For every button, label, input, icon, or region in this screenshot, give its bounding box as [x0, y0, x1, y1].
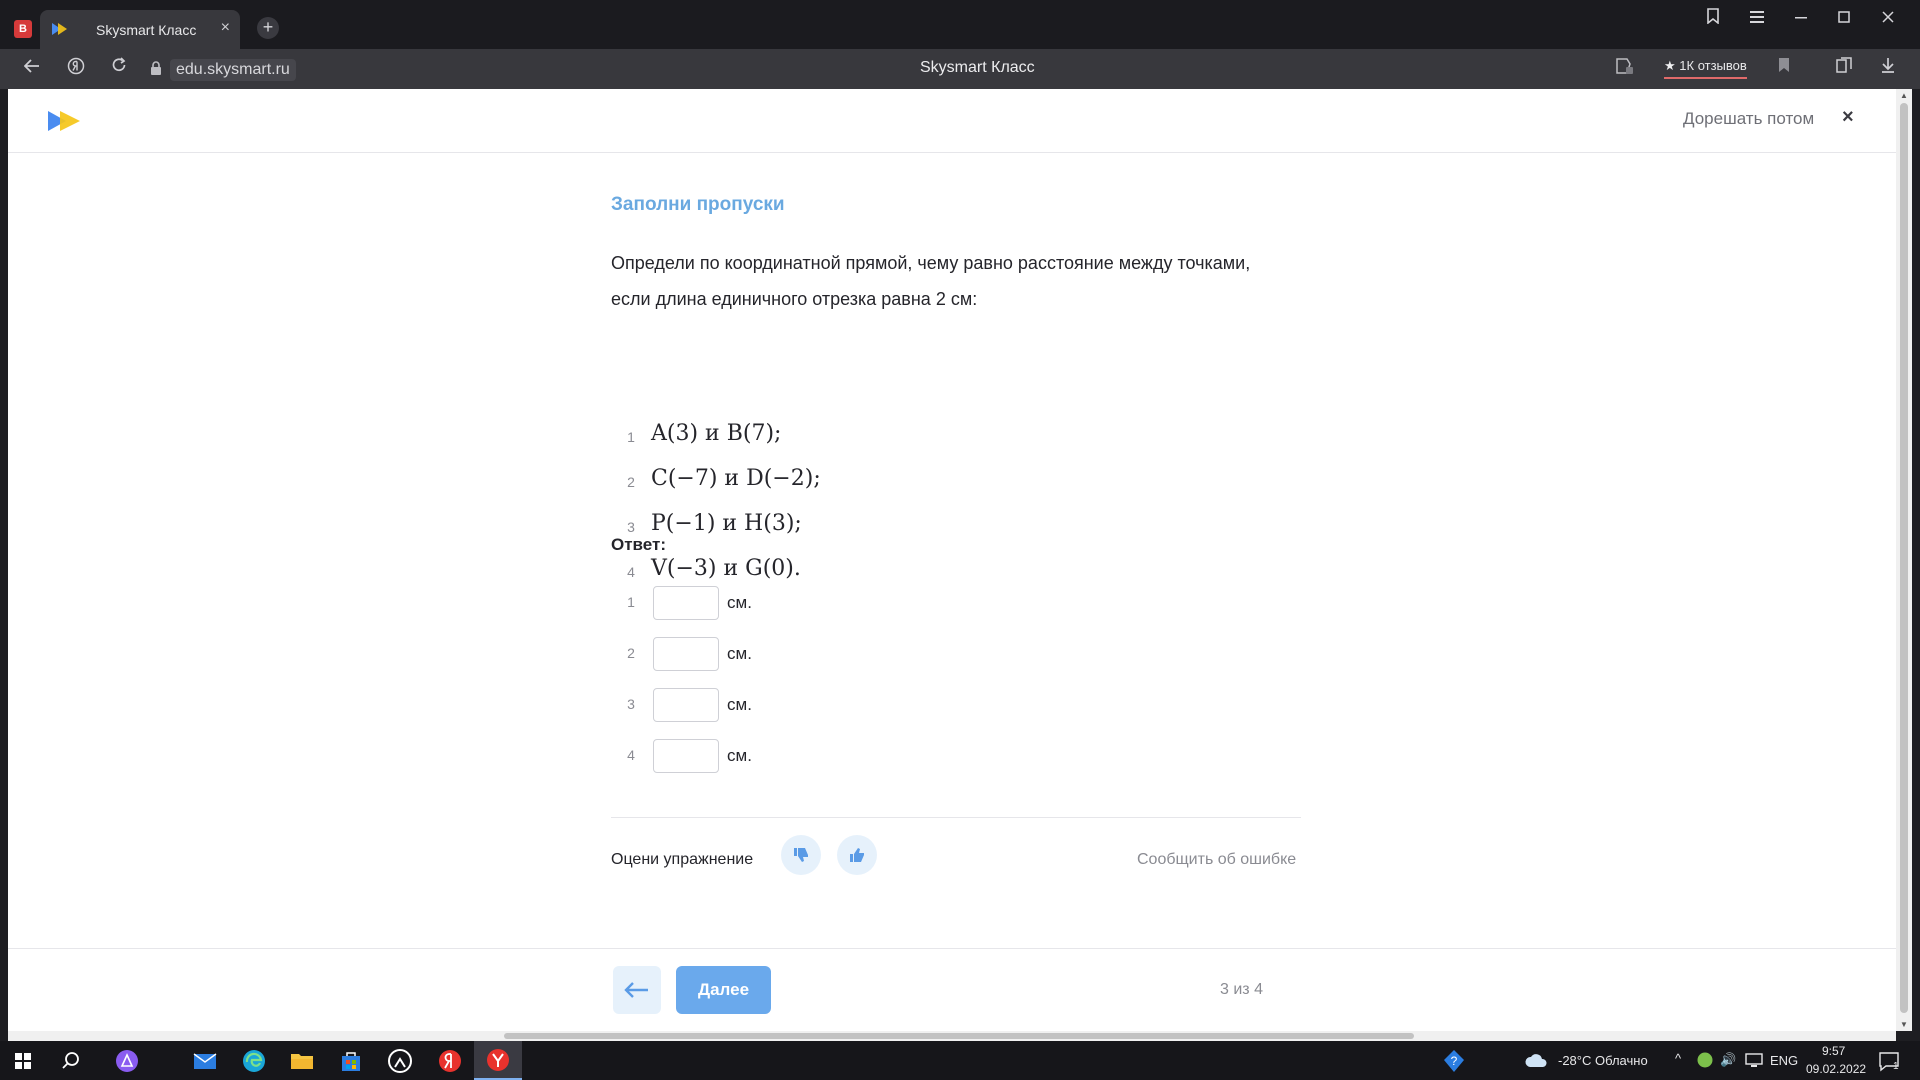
edge-icon[interactable]	[241, 1048, 267, 1074]
minimize-icon[interactable]	[1788, 8, 1814, 28]
answer-number: 1	[627, 594, 635, 610]
scrollbar-thumb[interactable]	[1900, 103, 1908, 1013]
scroll-down-icon[interactable]: ▼	[1900, 1020, 1908, 1029]
reviews-label: 1К отзывов	[1679, 58, 1747, 73]
skysmart-tab-icon	[52, 23, 67, 35]
tab-close-icon[interactable]: ×	[221, 19, 230, 37]
yandex-red-icon[interactable]	[437, 1048, 463, 1074]
weather-text[interactable]: -28°C Облачно	[1558, 1053, 1648, 1068]
answer-unit: см.	[727, 593, 752, 612]
clock-date[interactable]: 09.02.2022	[1806, 1062, 1866, 1076]
close-exercise-icon[interactable]: ×	[1842, 106, 1854, 129]
answer-number: 4	[627, 747, 635, 763]
skysmart-logo[interactable]	[48, 109, 82, 133]
answer-input[interactable]	[653, 688, 719, 722]
scroll-up-icon[interactable]: ▲	[1900, 91, 1908, 100]
back-button[interactable]	[613, 966, 661, 1014]
windows-start-icon[interactable]	[10, 1048, 36, 1074]
collections-icon[interactable]	[1832, 57, 1856, 78]
network-icon[interactable]	[1745, 1052, 1763, 1070]
browser-app-icon[interactable]: B	[14, 20, 32, 38]
answer-input[interactable]	[653, 739, 719, 773]
header-divider	[8, 152, 1896, 153]
bookmarks-panel-icon[interactable]	[1700, 8, 1726, 29]
address-bar: edu.skysmart.ru Skysmart Класс ★ 1К отзы…	[0, 49, 1920, 89]
thumbs-down-icon	[794, 848, 808, 862]
footer-divider	[8, 948, 1896, 949]
window-close-icon[interactable]	[1875, 8, 1901, 28]
scrollbar-thumb[interactable]	[504, 1033, 1414, 1039]
solve-later-link[interactable]: Дорешать потом	[1683, 109, 1814, 129]
answer-input[interactable]	[653, 586, 719, 620]
question-line-1: Определи по координатной прямой, чему ра…	[611, 253, 1251, 273]
new-tab-button[interactable]: +	[257, 17, 279, 39]
browser-tab[interactable]: Skysmart Класс ×	[40, 10, 240, 49]
maximize-icon[interactable]	[1831, 8, 1857, 28]
download-icon[interactable]	[1876, 57, 1900, 78]
tray-app-icon[interactable]	[1696, 1051, 1714, 1069]
language-indicator[interactable]: ENG	[1770, 1053, 1798, 1068]
alice-icon[interactable]	[114, 1048, 140, 1074]
tray-chevron-icon[interactable]: ^	[1675, 1051, 1681, 1066]
task-expression: A(3) и B(7);	[651, 421, 782, 446]
progress-indicator: 3 из 4	[1220, 981, 1263, 998]
adblock-icon[interactable]	[1612, 57, 1636, 80]
task-number: 2	[627, 474, 635, 490]
help-icon[interactable]: ?	[1441, 1048, 1467, 1074]
page-viewport: Дорешать потом × Заполни пропуски Опреде…	[8, 89, 1896, 1031]
url-field[interactable]: edu.skysmart.ru	[170, 59, 296, 81]
reload-icon[interactable]	[107, 57, 131, 78]
answer-input[interactable]	[653, 637, 719, 671]
mail-icon[interactable]	[192, 1048, 218, 1074]
answer-number: 3	[627, 696, 635, 712]
rating-divider	[611, 817, 1301, 818]
file-explorer-icon[interactable]	[289, 1048, 315, 1074]
exercise-title: Заполни пропуски	[611, 194, 785, 215]
answer-unit: см.	[727, 746, 752, 765]
rate-label: Оцени упражнение	[611, 851, 754, 868]
tab-title: Skysmart Класс	[96, 22, 197, 38]
lock-icon	[151, 61, 161, 75]
answer-unit: см.	[727, 695, 752, 714]
store-icon[interactable]	[338, 1048, 364, 1074]
svg-text:?: ?	[1451, 1054, 1458, 1068]
vertical-scrollbar[interactable]: ▲ ▼	[1896, 89, 1912, 1031]
volume-icon[interactable]: 🔊	[1720, 1052, 1736, 1068]
dislike-button[interactable]	[781, 835, 821, 875]
task-number: 4	[627, 564, 635, 580]
answer-unit: см.	[727, 644, 752, 663]
cloud-weather-icon[interactable]	[1524, 1048, 1550, 1074]
star-icon: ★	[1664, 58, 1676, 73]
report-error-link[interactable]: Сообщить об ошибке	[1137, 851, 1296, 869]
yandex-icon[interactable]	[64, 57, 88, 80]
browser-tab-strip: B Skysmart Класс × +	[0, 0, 1920, 49]
task-expression: C(−7) и D(−2);	[651, 466, 821, 491]
task-number: 1	[627, 429, 635, 445]
task-number: 3	[627, 519, 635, 535]
windows-taskbar: ? -28°C Облачно ^ 🔊 ENG 9:57 09.02.2022 …	[0, 1041, 1920, 1080]
search-icon[interactable]	[58, 1048, 84, 1074]
address-page-title: Skysmart Класс	[920, 59, 1035, 76]
question-line-2: если длина единичного отрезка равна 2 см…	[611, 289, 978, 309]
clock-time[interactable]: 9:57	[1822, 1044, 1845, 1058]
like-button[interactable]	[837, 835, 877, 875]
yandex-browser-icon	[487, 1049, 509, 1071]
reviews-badge[interactable]: ★ 1К отзывов	[1664, 58, 1747, 79]
notifications-count: 1	[1893, 1061, 1899, 1072]
thumbs-up-icon	[850, 848, 864, 862]
task-expression: V(−3) и G(0).	[651, 556, 801, 581]
answer-label: Ответ:	[611, 535, 666, 554]
steam-icon[interactable]	[387, 1048, 413, 1074]
menu-icon[interactable]	[1744, 8, 1770, 28]
question-text: Определи по координатной прямой, чему ра…	[611, 245, 1301, 317]
next-button[interactable]: Далее	[676, 966, 771, 1014]
arrow-left-icon	[624, 982, 648, 998]
answer-number: 2	[627, 645, 635, 661]
bookmark-icon[interactable]	[1772, 57, 1796, 78]
back-arrow-icon[interactable]	[20, 57, 44, 78]
horizontal-scrollbar[interactable]	[8, 1031, 1896, 1041]
taskbar-active-browser[interactable]	[474, 1041, 522, 1080]
task-expression: P(−1) и H(3);	[651, 511, 802, 536]
